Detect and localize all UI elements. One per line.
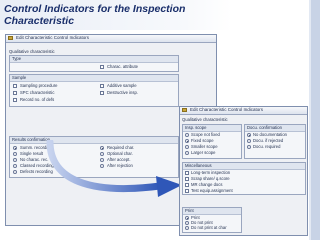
charac-attribute-checkbox[interactable] [100,65,104,69]
charac-attribute-label: Charac. attribute [107,64,138,69]
second-section-label: Qualitative characteristic [182,117,228,122]
miscellaneous-group: Miscellaneous Long-term inspection Scrap… [182,162,306,195]
additive-sample-label: Additive sample [107,83,137,88]
do-not-print-radio[interactable] [185,221,189,225]
miscellaneous-header: Miscellaneous [183,163,305,170]
docu-required-label: Docu. required [253,144,281,149]
larger-scope-radio[interactable] [185,151,189,155]
docu-confirmation-header: Docu. confirmation [245,125,305,132]
mr-change-docs-checkbox[interactable] [185,183,189,187]
long-term-inspection-label: Long-term inspection [191,170,231,175]
insp-scope-header: Insp. scope [183,125,241,132]
record-no-defs-label: Record no. of defs [20,97,55,102]
smaller-scope-radio[interactable] [185,145,189,149]
smaller-scope-label: Smaller scope [191,144,218,149]
test-equip-assignment-label: Test equip.assignment [191,188,233,193]
window-app-icon [8,36,13,40]
do-not-print-at-char-label: Do not print at char [191,225,227,230]
docu-confirmation-group: Docu. confirmation No documentation Docu… [244,124,306,159]
scrap-share-label: Scrap share/ q.score [191,176,230,181]
spc-characteristic-label: SPC characteristic [20,90,55,95]
long-term-inspection-checkbox[interactable] [185,171,189,175]
section-label: Qualitative characteristic [9,49,55,54]
larger-scope-label: Larger scope [191,150,216,155]
slide-title: Control Indicators for the Inspection Ch… [4,3,186,27]
sampling-procedure-checkbox[interactable] [13,84,17,88]
no-documentation-label: No documentation [253,132,287,137]
docu-required-radio[interactable] [247,145,251,149]
test-equip-assignment-checkbox[interactable] [185,189,189,193]
scope-not-fixed-label: Scope not fixed [191,132,220,137]
record-no-defs-checkbox[interactable] [13,98,17,102]
second-window-title: Edit Characteristic Control Indicators [190,107,264,112]
destructive-insp-checkbox[interactable] [100,91,104,95]
scope-not-fixed-radio[interactable] [185,133,189,137]
print-header: Print [183,208,241,215]
additive-sample-checkbox[interactable] [100,84,104,88]
mr-change-docs-label: MR change docs [191,182,223,187]
main-window-title: Edit Characteristic Control Indicators [16,35,90,40]
do-not-print-at-char-radio[interactable] [185,226,189,230]
window-app-icon [182,108,187,112]
spc-characteristic-checkbox[interactable] [13,91,17,95]
second-window-titlebar: Edit Characteristic Control Indicators [180,107,307,115]
insp-scope-group: Insp. scope Scope not fixed Fixed scope … [182,124,242,159]
right-accent-strip [311,0,320,240]
docu-if-rejected-radio[interactable] [247,139,251,143]
fixed-scope-label: Fixed scope [191,138,214,143]
main-window-titlebar: Edit Characteristic Control Indicators [6,35,216,43]
second-control-indicators-window: Edit Characteristic Control Indicators Q… [179,106,308,236]
type-group: Type Charac. attribute [9,55,179,72]
flow-arrow [46,140,182,197]
fixed-scope-radio[interactable] [185,139,189,143]
sampling-procedure-label: Sampling procedure [20,83,58,88]
print-group: Print Print Do not print Do not print at… [182,207,242,233]
docu-if-rejected-label: Docu. if rejected [253,138,284,143]
type-group-header: Type [10,56,178,63]
sample-group: Sample Sampling procedure SPC characteri… [9,74,179,107]
destructive-insp-label: Destructive insp. [107,90,138,95]
print-radio[interactable] [185,216,189,220]
sample-group-header: Sample [10,75,178,82]
scrap-share-checkbox[interactable] [185,177,189,181]
no-documentation-radio[interactable] [247,133,251,137]
